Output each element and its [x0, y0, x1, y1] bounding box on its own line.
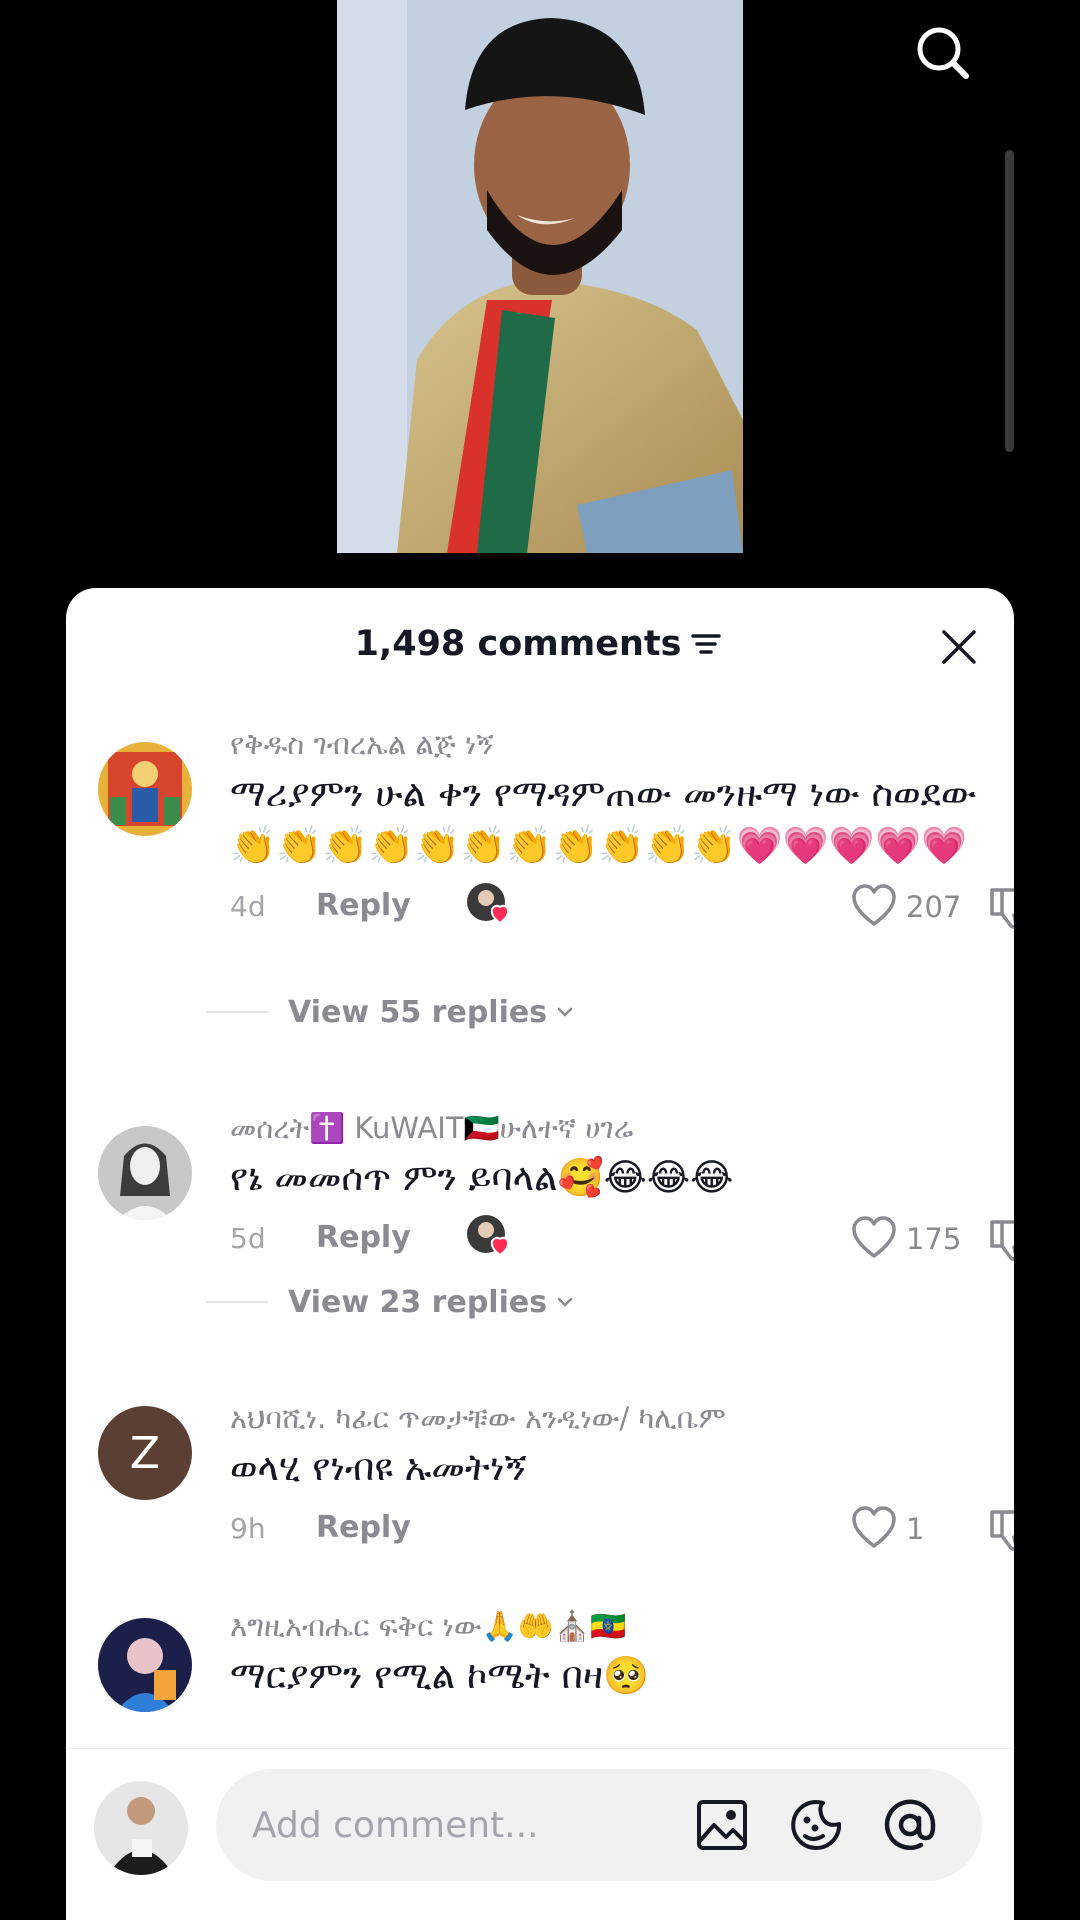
avatar-icon-image	[98, 742, 192, 836]
comment-actions: 5d Reply 175	[230, 1214, 1014, 1264]
thumbs-down-icon	[990, 1220, 1014, 1261]
comment-time: 9h	[230, 1512, 266, 1545]
like-count: 1	[906, 1512, 925, 1546]
avatar[interactable]	[98, 742, 192, 836]
comment-username[interactable]: እግዚአብሔር ፍቅር ነው🙏🤲⛪🇪🇹	[230, 1608, 984, 1644]
avatar-icon-image	[98, 1618, 192, 1712]
close-icon	[942, 630, 976, 664]
comment-actions: 9h Reply 1	[230, 1504, 1014, 1554]
scroll-indicator[interactable]	[1005, 150, 1014, 452]
creator-avatar-heart-icon	[467, 1215, 510, 1257]
video-frame[interactable]	[337, 0, 743, 553]
avatar[interactable]: Z	[98, 1406, 192, 1500]
chevron-down-icon	[557, 1007, 573, 1017]
comment-item: እግዚአብሔር ፍቅር ነው🙏🤲⛪🇪🇹 ማርያምን የሚል ኮሜት በዛ🥺	[66, 1608, 1014, 1748]
view-replies-label: View 23 replies	[288, 1284, 548, 1320]
comment-count: 1,498 comments	[354, 624, 682, 664]
comment-item: መሰረት✝️ KuWAIT🇰🇼ሁለተኛ ሀገሬ የኔ መመሰጥ ምን ይባላል🥰…	[66, 1110, 1014, 1270]
image-icon	[697, 1800, 747, 1850]
comment-input-pill[interactable]	[216, 1769, 982, 1881]
avatar-icon-image	[94, 1781, 188, 1875]
comment-time: 4d	[230, 890, 266, 923]
heart-outline-icon	[852, 884, 896, 926]
comment-time: 5d	[230, 1222, 266, 1255]
comment-text: ወላሂ የነብዩ ኡመትነኝ	[230, 1446, 527, 1489]
comment-item: የቅዱስ ገብረኤል ልጅ ነኝ ማሪያምን ሁል ቀን የማዳምጠው መንዙማ…	[66, 726, 1014, 966]
like-button[interactable]	[850, 882, 898, 930]
close-button[interactable]	[936, 624, 982, 670]
avatar-letter: Z	[129, 1427, 161, 1479]
at-mention-icon	[884, 1799, 936, 1851]
view-replies-button[interactable]: View 23 replies	[206, 1280, 706, 1324]
thumbs-down-icon	[990, 888, 1014, 929]
mention-button[interactable]	[882, 1797, 938, 1853]
emoji-icon	[791, 1800, 841, 1850]
avatar[interactable]	[98, 1618, 192, 1712]
sort-comments-button[interactable]	[687, 625, 725, 663]
comment-sheet: 1,498 comments የቅዱስ ገብረኤል ልጅ ነኝ ማሪያምን ሁል…	[66, 588, 1014, 1920]
avatar[interactable]	[98, 1126, 192, 1220]
comment-input-bar	[66, 1748, 1014, 1920]
dislike-button[interactable]	[986, 1214, 1014, 1262]
like-button[interactable]	[850, 1504, 898, 1552]
reply-button[interactable]: Reply	[316, 1220, 411, 1255]
like-button[interactable]	[850, 1214, 898, 1262]
emoji-button[interactable]	[788, 1797, 844, 1853]
reply-button[interactable]: Reply	[316, 1510, 411, 1545]
creator-liked-badge	[466, 882, 510, 926]
video-thumbnail-image	[337, 0, 743, 553]
my-avatar[interactable]	[94, 1781, 188, 1875]
reply-button[interactable]: Reply	[316, 888, 411, 923]
like-count: 175	[906, 1222, 962, 1256]
avatar-icon-image	[98, 1126, 192, 1220]
video-player[interactable]	[0, 0, 1080, 590]
comment-username[interactable]: መሰረት✝️ KuWAIT🇰🇼ሁለተኛ ሀገሬ	[230, 1110, 984, 1146]
image-button[interactable]	[694, 1797, 750, 1853]
comment-count-group: 1,498 comments	[66, 624, 1014, 664]
dislike-button[interactable]	[986, 882, 1014, 930]
comment-item: Z አህባሺነ. ካፊር ጥመታቹው አንዲነው/ ካሊቤም ወላሂ የነብዩ …	[66, 1400, 1014, 1551]
comment-list[interactable]: የቅዱስ ገብረኤል ልጅ ነኝ ማሪያምን ሁል ቀን የማዳምጠው መንዙማ…	[66, 708, 1014, 1748]
divider-line	[206, 1011, 268, 1013]
creator-avatar-heart-icon	[467, 883, 510, 925]
comment-text: ማርያምን የሚል ኮሜት በዛ🥺	[230, 1654, 650, 1697]
view-replies-button[interactable]: View 55 replies	[206, 990, 706, 1034]
comment-sheet-header: 1,498 comments	[66, 588, 1014, 708]
view-replies-label: View 55 replies	[288, 994, 548, 1030]
heart-outline-icon	[852, 1506, 896, 1548]
comment-username[interactable]: የቅዱስ ገብረኤል ልጅ ነኝ	[230, 726, 984, 762]
sort-icon	[691, 634, 722, 654]
heart-outline-icon	[852, 1216, 896, 1258]
search-button[interactable]	[908, 18, 978, 88]
like-count: 207	[906, 890, 962, 924]
comment-username[interactable]: አህባሺነ. ካፊር ጥመታቹው አንዲነው/ ካሊቤም	[230, 1400, 984, 1436]
chevron-down-icon	[557, 1297, 573, 1307]
search-icon	[917, 27, 969, 79]
creator-liked-badge	[466, 1214, 510, 1258]
dislike-button[interactable]	[986, 1504, 1014, 1552]
comment-input[interactable]	[252, 1799, 672, 1851]
comment-text: ማሪያምን ሁል ቀን የማዳምጠው መንዙማ ነው ስወደው👏👏👏👏👏👏👏👏👏…	[230, 772, 977, 867]
thumbs-down-icon	[990, 1510, 1014, 1551]
comment-text: የኔ መመሰጥ ምን ይባላል🥰😂😂😂	[230, 1156, 734, 1199]
comment-actions: 4d Reply 207	[230, 882, 1014, 932]
divider-line	[206, 1301, 268, 1303]
